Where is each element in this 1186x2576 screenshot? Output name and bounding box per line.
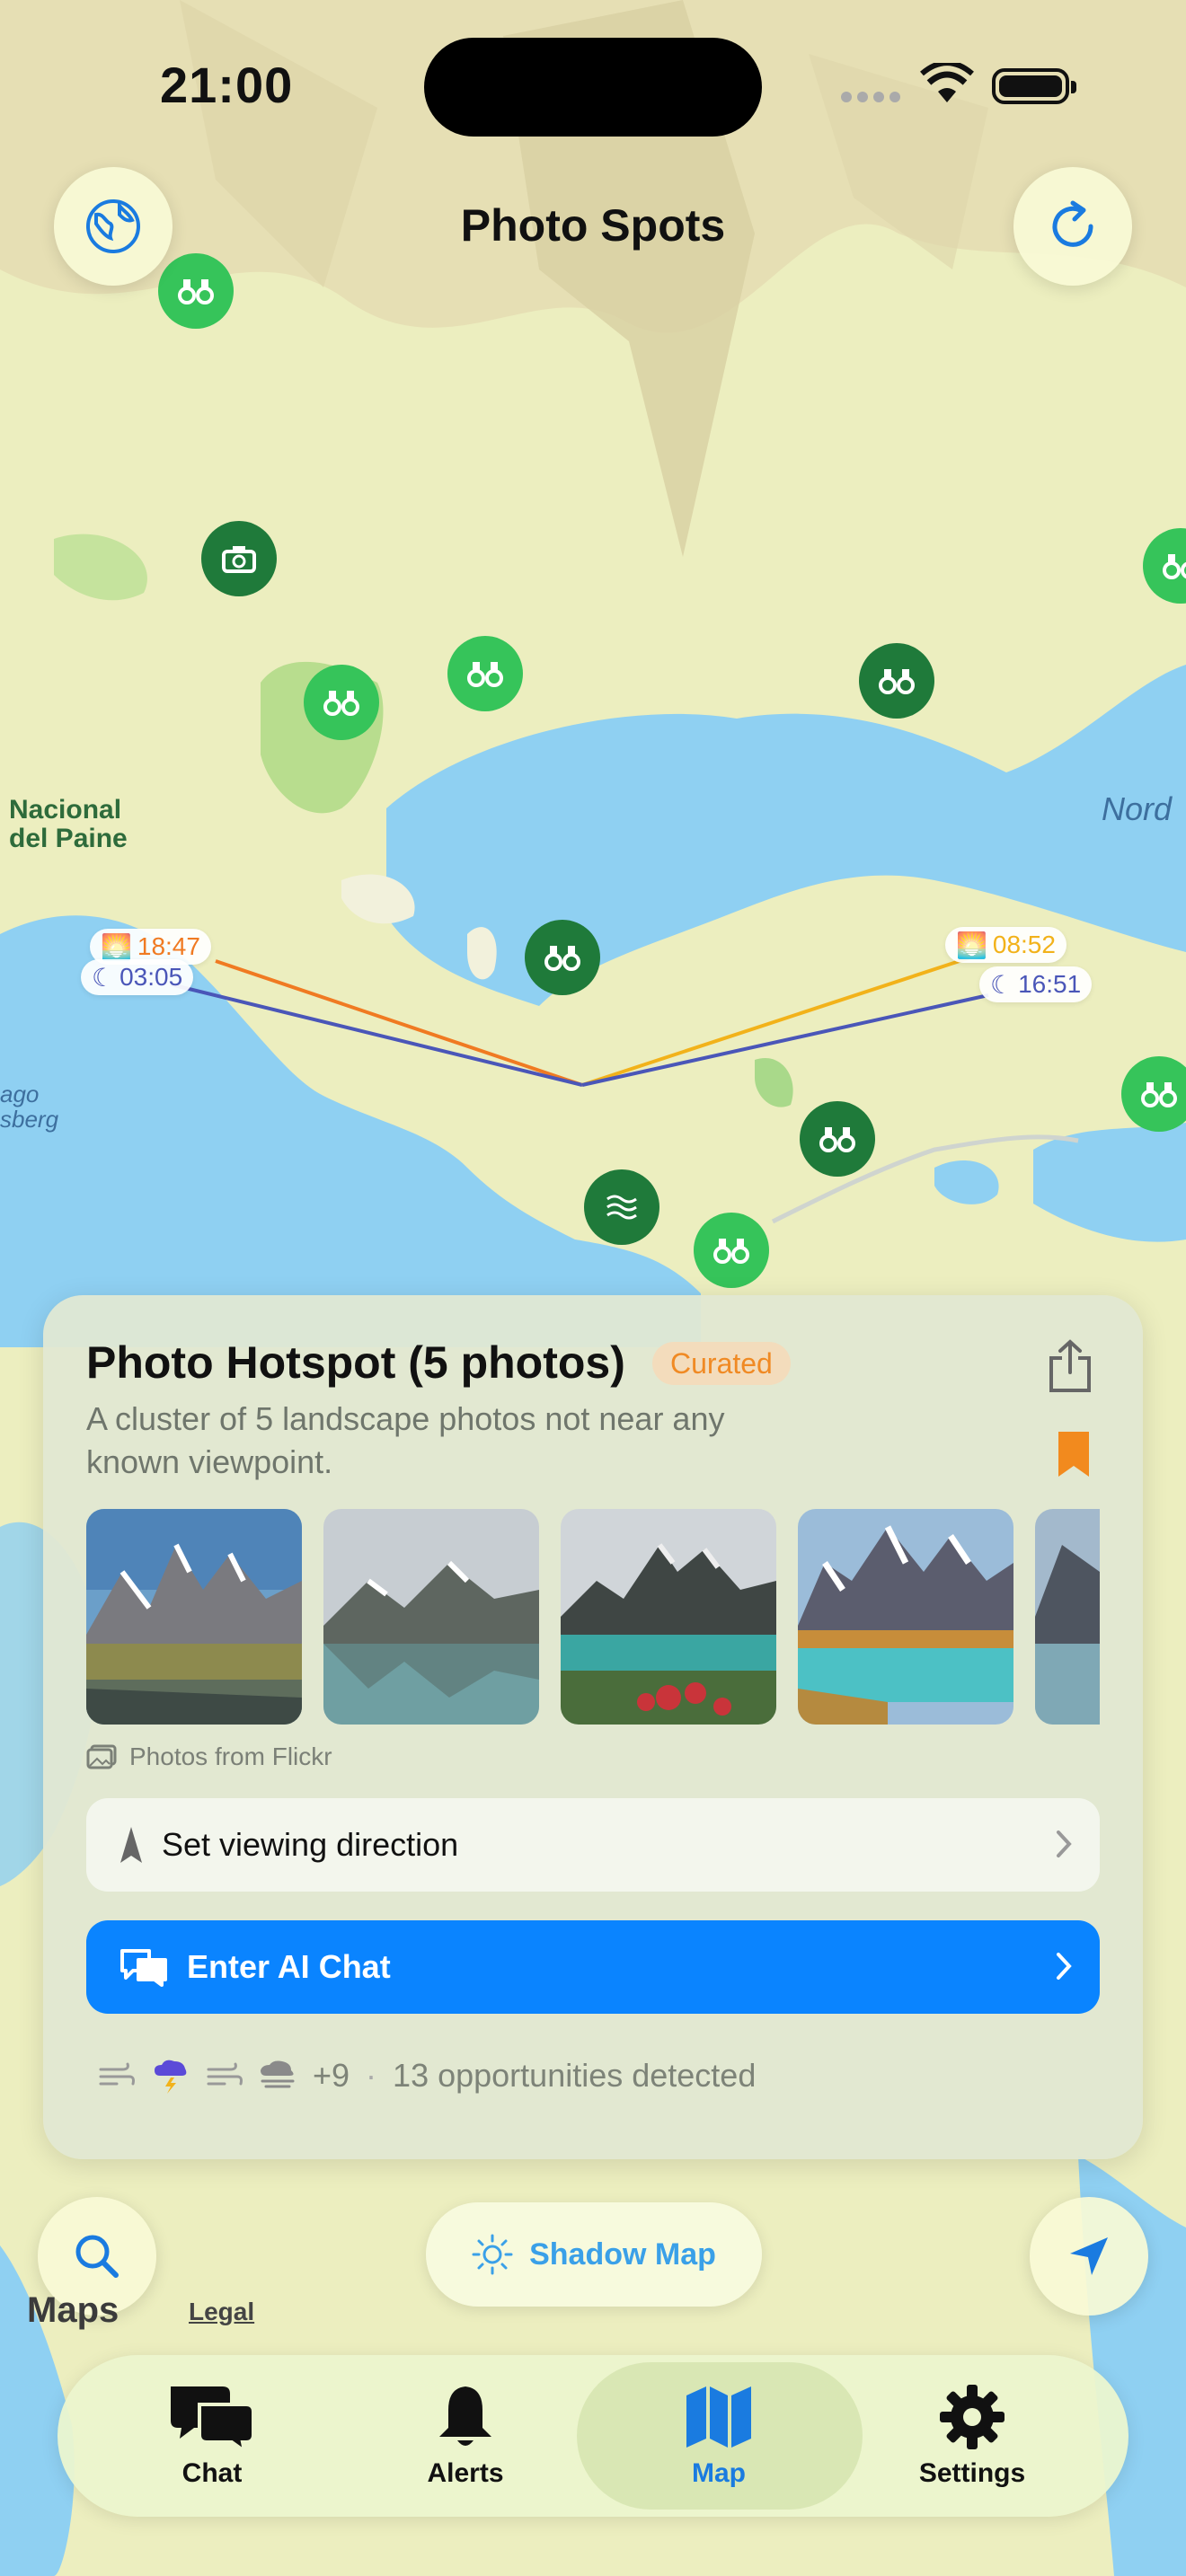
map-icon [686,2386,751,2448]
map-label-left: ago sberg [0,1081,59,1133]
chevron-right-icon [1057,1953,1072,1980]
search-icon [75,2235,119,2278]
photo-thumbnail[interactable] [86,1509,302,1725]
curated-badge: Curated [652,1342,791,1385]
card-title: Photo Hotspot (5 photos) [86,1337,625,1388]
viewpoint-marker[interactable] [304,665,379,740]
wind-icon [99,2062,135,2086]
waves-icon [606,1195,637,1220]
share-icon [1049,1339,1091,1392]
signal-icon [841,92,900,102]
status-time: 21:00 [160,57,294,113]
moonrise-time-tag: ☾ 16:51 [979,966,1093,1002]
sun-icon [472,2234,513,2275]
wifi-icon [920,63,974,102]
landscape-photo-2 [323,1509,539,1725]
moon-icon: ☾ [92,963,115,992]
shadow-map-button[interactable]: Shadow Map [426,2202,762,2307]
photo-thumbnail[interactable] [561,1509,776,1725]
viewpoint-marker[interactable] [859,643,934,719]
photo-thumbnail[interactable] [798,1509,1013,1725]
viewpoint-marker[interactable] [800,1101,875,1177]
binoculars-icon [1163,554,1186,579]
water-marker[interactable] [584,1169,659,1245]
viewpoint-marker[interactable] [158,253,234,329]
landscape-photo-3 [561,1509,776,1725]
bookmark-button[interactable] [1057,1430,1091,1483]
tab-alerts[interactable]: Alerts [358,2355,573,2517]
card-description: A cluster of 5 landscape photos not near… [86,1400,725,1480]
sunrise-time-tag: 🌅 08:52 [945,927,1067,963]
binoculars-icon [467,662,503,687]
share-button[interactable] [1048,1338,1093,1398]
binoculars-icon [713,1239,749,1264]
tab-settings[interactable]: Settings [864,2355,1080,2517]
binoculars-icon [819,1127,855,1152]
apple-maps-logo: Maps [27,2290,119,2330]
chevron-right-icon [1057,1831,1072,1857]
sunset-icon: 🌅 [101,932,132,961]
locate-button[interactable] [1030,2197,1148,2316]
photos-source: Photos from Flickr [86,1742,332,1771]
moon-icon: ☾ [990,970,1013,999]
gear-icon [940,2385,1005,2449]
binoculars-icon [1141,1082,1177,1107]
photo-thumbnail[interactable] [323,1509,539,1725]
set-viewing-direction-button[interactable]: Set viewing direction [86,1798,1100,1892]
tab-chat[interactable]: Chat [104,2355,320,2517]
legal-link[interactable]: Legal [189,2298,254,2326]
photo-thumbnail[interactable] [1035,1509,1100,1725]
viewpoint-marker[interactable] [694,1213,769,1288]
photos-icon [86,1744,117,1769]
map-background[interactable] [0,0,1186,2576]
binoculars-icon [544,946,580,971]
binoculars-icon [879,669,915,694]
viewpoint-marker[interactable] [525,920,600,995]
map-label-park: Nacional del Paine [9,795,128,853]
landscape-photo-4 [798,1509,1013,1725]
separator-dot: · [366,2057,377,2094]
wind-icon [207,2062,243,2086]
bell-icon [439,2386,491,2446]
location-arrow-icon [1070,2237,1108,2275]
sunrise-icon: 🌅 [956,931,987,959]
enter-ai-chat-button[interactable]: Enter AI Chat [86,1920,1100,2014]
refresh-icon [1052,200,1093,247]
chat-bubbles-icon [171,2386,255,2451]
chat-bubbles-icon [120,1949,167,1987]
binoculars-icon [178,279,214,304]
map-label-lake: Nord [1102,790,1173,827]
direction-icon [120,1827,142,1863]
page-title: Photo Spots [460,200,726,251]
thunderstorm-icon [155,2060,187,2094]
moonset-time-tag: ☾ 03:05 [81,959,194,995]
fog-cloud-icon [261,2060,295,2088]
binoculars-icon [323,691,359,716]
opportunities-row[interactable]: +9 · 13 opportunities detected [99,2057,756,2095]
landscape-photo-1 [86,1509,302,1725]
landscape-photo-5 [1035,1509,1100,1725]
battery-icon [992,68,1076,104]
camera-icon [222,546,256,573]
viewpoint-marker[interactable] [447,636,523,711]
tab-map[interactable]: Map [611,2355,827,2517]
dynamic-island [424,38,762,137]
refresh-button[interactable] [1013,167,1132,286]
photo-marker[interactable] [201,521,277,596]
bookmark-icon [1058,1432,1089,1477]
